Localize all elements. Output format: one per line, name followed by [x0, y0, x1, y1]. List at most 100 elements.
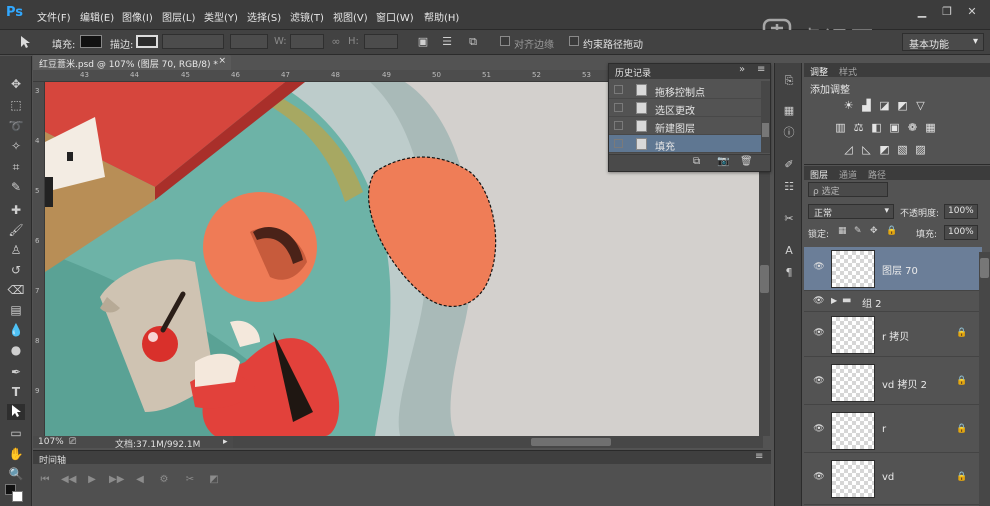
- paragraph-icon[interactable]: ¶: [781, 265, 797, 281]
- settings-gear-icon[interactable]: ⚙: [157, 473, 171, 487]
- stroke-type-dropdown[interactable]: [230, 34, 268, 49]
- blur-tool-icon[interactable]: 💧: [7, 322, 25, 338]
- menu-file[interactable]: 文件(F): [37, 9, 71, 24]
- stroke-swatch[interactable]: [136, 35, 158, 48]
- workspace-select[interactable]: 基本功能 ▾: [902, 33, 984, 51]
- height-field[interactable]: [364, 34, 398, 49]
- history-item[interactable]: 新建图层: [609, 117, 761, 135]
- previous-frame-icon[interactable]: ◀◀: [61, 473, 76, 487]
- document-tab[interactable]: 红豆薏米.psd @ 107% (图层 70, RGB/8) * ×: [33, 55, 231, 70]
- gradient-tool-icon[interactable]: ▤: [7, 302, 25, 318]
- selective-color-icon[interactable]: ▨: [914, 143, 927, 156]
- history-checkbox[interactable]: [614, 121, 623, 130]
- posterize-icon[interactable]: ◺: [860, 143, 873, 156]
- vertical-scroll-thumb[interactable]: [760, 265, 769, 293]
- curves-icon[interactable]: ◪: [878, 99, 891, 112]
- photo-filter-icon[interactable]: ▣: [888, 121, 901, 134]
- layer-row-selected[interactable]: 👁 图层 70: [804, 247, 982, 291]
- tool-presets-icon[interactable]: ✂: [781, 211, 797, 227]
- brightness-contrast-icon[interactable]: ☀: [842, 99, 855, 112]
- direct-selection-tool-icon[interactable]: [7, 404, 25, 420]
- channel-mixer-icon[interactable]: ❁: [906, 121, 919, 134]
- menu-filter[interactable]: 滤镜(T): [290, 9, 324, 24]
- menu-image[interactable]: 图像(I): [122, 9, 153, 24]
- black-white-icon[interactable]: ◧: [870, 121, 883, 134]
- menu-layer[interactable]: 图层(L): [162, 9, 195, 24]
- character-icon[interactable]: A: [781, 243, 797, 259]
- history-scroll-thumb[interactable]: [762, 123, 769, 137]
- invert-icon[interactable]: ◿: [842, 143, 855, 156]
- visibility-eye-icon[interactable]: 👁: [813, 262, 825, 274]
- magic-wand-tool-icon[interactable]: ✧: [7, 138, 25, 154]
- split-scissors-icon[interactable]: ✂: [183, 473, 197, 487]
- horizontal-scroll-thumb[interactable]: [531, 438, 611, 446]
- properties-icon[interactable]: ☷: [781, 179, 797, 195]
- fill-field[interactable]: 100%: [944, 225, 978, 240]
- visibility-eye-icon[interactable]: 👁: [813, 296, 824, 306]
- audio-icon[interactable]: ◀: [133, 473, 147, 487]
- close-tab-icon[interactable]: ×: [218, 56, 226, 66]
- tab-styles[interactable]: 样式: [839, 65, 857, 78]
- lock-transparent-icon[interactable]: ▦: [838, 226, 847, 236]
- zoom-level[interactable]: 107%: [38, 437, 64, 447]
- history-brush-tool-icon[interactable]: ↺: [7, 262, 25, 278]
- history-item[interactable]: 拖移控制点: [609, 81, 761, 99]
- layers-scrollbar[interactable]: [979, 252, 990, 506]
- menu-type[interactable]: 类型(Y): [204, 9, 238, 24]
- constrain-path-checkbox[interactable]: [569, 36, 579, 46]
- menu-edit[interactable]: 编辑(E): [80, 9, 114, 24]
- tab-layers[interactable]: 图层: [810, 168, 828, 181]
- pen-tool-icon[interactable]: ✒: [7, 364, 25, 380]
- visibility-eye-icon[interactable]: 👁: [813, 424, 825, 436]
- brush-tool-icon[interactable]: 🖌: [7, 222, 25, 238]
- hue-saturation-icon[interactable]: ▥: [834, 121, 847, 134]
- history-checkbox[interactable]: [614, 139, 623, 148]
- lock-position-icon[interactable]: ✥: [870, 226, 878, 236]
- link-icon[interactable]: ∞: [329, 35, 343, 49]
- healing-brush-tool-icon[interactable]: ✚: [7, 202, 25, 218]
- layer-group-row[interactable]: 👁 ▶ ▬ 组 2: [804, 292, 982, 312]
- hand-tool-icon[interactable]: ✋: [7, 446, 25, 462]
- panel-menu-icon[interactable]: ≡: [757, 64, 765, 75]
- collapse-icon[interactable]: »: [739, 64, 745, 75]
- lasso-tool-icon[interactable]: ➰: [7, 118, 25, 134]
- tab-adjustments[interactable]: 调整: [810, 65, 828, 78]
- visibility-eye-icon[interactable]: 👁: [813, 472, 825, 484]
- color-balance-icon[interactable]: ⚖: [852, 121, 865, 134]
- path-selection-tool-icon[interactable]: [18, 35, 32, 49]
- menu-select[interactable]: 选择(S): [247, 9, 281, 24]
- status-arrow-icon[interactable]: ▸: [223, 437, 228, 447]
- visibility-eye-icon[interactable]: 👁: [813, 376, 825, 388]
- transition-icon[interactable]: ◩: [207, 473, 221, 487]
- path-alignment-icon[interactable]: ☰: [440, 35, 454, 49]
- background-color-swatch[interactable]: [12, 491, 23, 502]
- lock-all-icon[interactable]: 🔒: [886, 226, 897, 236]
- tab-channels[interactable]: 通道: [839, 168, 857, 181]
- layer-row[interactable]: 👁 vd 拷贝 2 🔒: [804, 361, 982, 405]
- next-frame-icon[interactable]: ▶▶: [109, 473, 124, 487]
- history-item[interactable]: 选区更改: [609, 99, 761, 117]
- layer-filter-select[interactable]: ρ 选定: [808, 182, 888, 197]
- first-frame-icon[interactable]: ⏮: [38, 473, 52, 487]
- fill-swatch[interactable]: [80, 35, 102, 48]
- menu-help[interactable]: 帮助(H): [424, 9, 459, 24]
- path-arrangement-icon[interactable]: ⧉: [466, 35, 480, 49]
- history-item-selected[interactable]: 填充: [609, 135, 761, 153]
- history-scrollbar[interactable]: [761, 81, 770, 153]
- panel-menu-icon[interactable]: ≡: [755, 451, 763, 462]
- layer-row[interactable]: 👁 r 🔒: [804, 409, 982, 453]
- layer-row[interactable]: 👁 vd 🔒: [804, 457, 982, 505]
- gradient-map-icon[interactable]: ▧: [896, 143, 909, 156]
- history-checkbox[interactable]: [614, 103, 623, 112]
- minimize-button[interactable]: ▁: [912, 4, 932, 20]
- dodge-tool-icon[interactable]: ●: [7, 342, 25, 358]
- history-panel-icon[interactable]: ⎘: [781, 73, 797, 89]
- align-edges-checkbox[interactable]: [500, 36, 510, 46]
- stroke-width-field[interactable]: [162, 34, 224, 49]
- rectangle-tool-icon[interactable]: ▭: [7, 425, 25, 441]
- levels-icon[interactable]: ▟: [860, 99, 873, 112]
- trash-icon[interactable]: 🗑: [740, 156, 753, 167]
- lock-image-icon[interactable]: ✎: [854, 226, 862, 236]
- crop-tool-icon[interactable]: ⌗: [7, 159, 25, 175]
- history-title[interactable]: 历史记录: [615, 66, 651, 79]
